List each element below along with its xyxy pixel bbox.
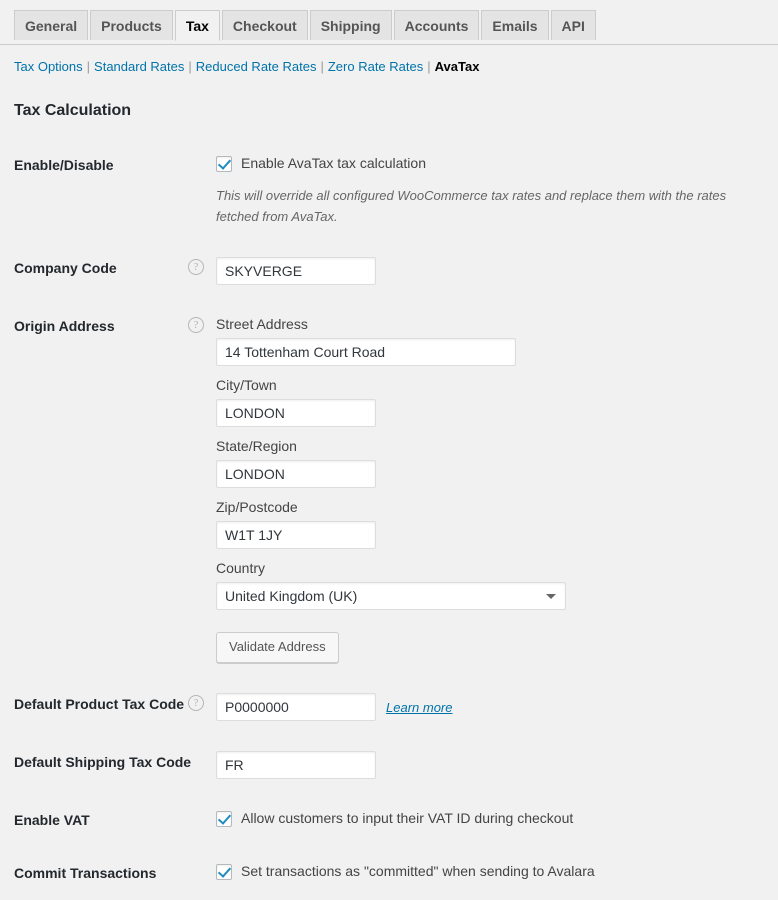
row-enable-disable: Enable/Disable Enable AvaTax tax calcula…: [0, 139, 778, 242]
help-icon[interactable]: ?: [188, 259, 204, 275]
enable-vat-checkbox[interactable]: [216, 811, 232, 827]
commit-transactions-checkbox-row[interactable]: Set transactions as "committed" when sen…: [216, 862, 768, 881]
commit-transactions-checkbox[interactable]: [216, 864, 232, 880]
default-shipping-tax-code-input[interactable]: [216, 751, 376, 779]
help-icon[interactable]: ?: [188, 317, 204, 333]
label-default-shipping-tax-code: Default Shipping Tax Code: [0, 736, 216, 794]
subnav-item-zero-rate-rates[interactable]: Zero Rate Rates: [328, 59, 423, 74]
subnav-item-reduced-rate-rates[interactable]: Reduced Rate Rates: [196, 59, 317, 74]
row-default-shipping-tax-code: Default Shipping Tax Code: [0, 736, 778, 794]
field-enable-vat: Allow customers to input their VAT ID du…: [216, 794, 778, 847]
subnav-separator: |: [423, 59, 434, 74]
field-origin-address: ? Street Address City/Town State/Region …: [216, 300, 778, 678]
row-company-code: Company Code ?: [0, 242, 778, 300]
label-enable-vat: Enable VAT: [0, 794, 216, 847]
validate-address-button[interactable]: Validate Address: [216, 632, 339, 663]
default-product-tax-code-input[interactable]: [216, 693, 376, 721]
label-zip: Zip/Postcode: [216, 498, 768, 517]
group-country: Country United Kingdom (UK): [216, 559, 768, 610]
street-address-input[interactable]: [216, 338, 516, 366]
field-enable-disable: Enable AvaTax tax calculation This will …: [216, 139, 778, 242]
group-state: State/Region: [216, 437, 768, 488]
enable-avatax-checkbox[interactable]: [216, 156, 232, 172]
row-origin-address: Origin Address ? Street Address City/Tow…: [0, 300, 778, 678]
tab-accounts[interactable]: Accounts: [394, 10, 480, 40]
field-default-shipping-tax-code: [216, 736, 778, 794]
country-select[interactable]: United Kingdom (UK): [216, 582, 566, 610]
enable-avatax-checkbox-row[interactable]: Enable AvaTax tax calculation: [216, 154, 768, 173]
row-default-product-tax-code: Default Product Tax Code ? Learn more: [0, 678, 778, 736]
page-title: Tax Calculation: [14, 101, 778, 121]
tab-checkout[interactable]: Checkout: [222, 10, 308, 40]
tab-api[interactable]: API: [551, 10, 596, 40]
enable-vat-label[interactable]: Allow customers to input their VAT ID du…: [241, 809, 573, 828]
label-default-product-tax-code: Default Product Tax Code: [0, 678, 216, 736]
subnav-item-avatax[interactable]: AvaTax: [435, 59, 480, 74]
field-commit-transactions: Set transactions as "committed" when sen…: [216, 847, 778, 900]
subnav-item-standard-rates[interactable]: Standard Rates: [94, 59, 184, 74]
tab-general[interactable]: General: [14, 10, 88, 40]
enable-avatax-label[interactable]: Enable AvaTax tax calculation: [241, 154, 426, 173]
subnav-separator: |: [184, 59, 195, 74]
subnav-separator: |: [316, 59, 327, 74]
label-country: Country: [216, 559, 768, 578]
group-zip: Zip/Postcode: [216, 498, 768, 549]
label-city: City/Town: [216, 376, 768, 395]
row-commit-transactions: Commit Transactions Set transactions as …: [0, 847, 778, 900]
learn-more-link[interactable]: Learn more: [386, 698, 452, 717]
field-default-product-tax-code: ? Learn more: [216, 678, 778, 736]
company-code-input[interactable]: [216, 257, 376, 285]
tab-tax[interactable]: Tax: [175, 10, 220, 41]
country-select-wrap: United Kingdom (UK): [216, 582, 566, 610]
field-company-code: ?: [216, 242, 778, 300]
tab-products[interactable]: Products: [90, 10, 173, 40]
avatax-settings-form: Enable/Disable Enable AvaTax tax calcula…: [0, 139, 778, 900]
settings-tab-bar: GeneralProductsTaxCheckoutShippingAccoun…: [0, 0, 778, 45]
label-origin-address: Origin Address: [0, 300, 216, 678]
label-state: State/Region: [216, 437, 768, 456]
zip-input[interactable]: [216, 521, 376, 549]
product-tax-code-row: Learn more: [216, 693, 768, 721]
group-city: City/Town: [216, 376, 768, 427]
help-icon[interactable]: ?: [188, 695, 204, 711]
tab-emails[interactable]: Emails: [481, 10, 548, 40]
enable-vat-checkbox-row[interactable]: Allow customers to input their VAT ID du…: [216, 809, 768, 828]
subnav-separator: |: [83, 59, 94, 74]
group-street-address: Street Address: [216, 315, 768, 366]
enable-avatax-description: This will override all configured WooCom…: [216, 185, 736, 227]
label-company-code: Company Code: [0, 242, 216, 300]
label-commit-transactions: Commit Transactions: [0, 847, 216, 900]
state-input[interactable]: [216, 460, 376, 488]
tab-shipping[interactable]: Shipping: [310, 10, 392, 40]
tax-subnav: Tax Options|Standard Rates|Reduced Rate …: [14, 57, 778, 77]
city-input[interactable]: [216, 399, 376, 427]
label-enable-disable: Enable/Disable: [0, 139, 216, 242]
subnav-item-tax-options[interactable]: Tax Options: [14, 59, 83, 74]
row-enable-vat: Enable VAT Allow customers to input thei…: [0, 794, 778, 847]
commit-transactions-label[interactable]: Set transactions as "committed" when sen…: [241, 862, 595, 881]
label-street-address: Street Address: [216, 315, 768, 334]
